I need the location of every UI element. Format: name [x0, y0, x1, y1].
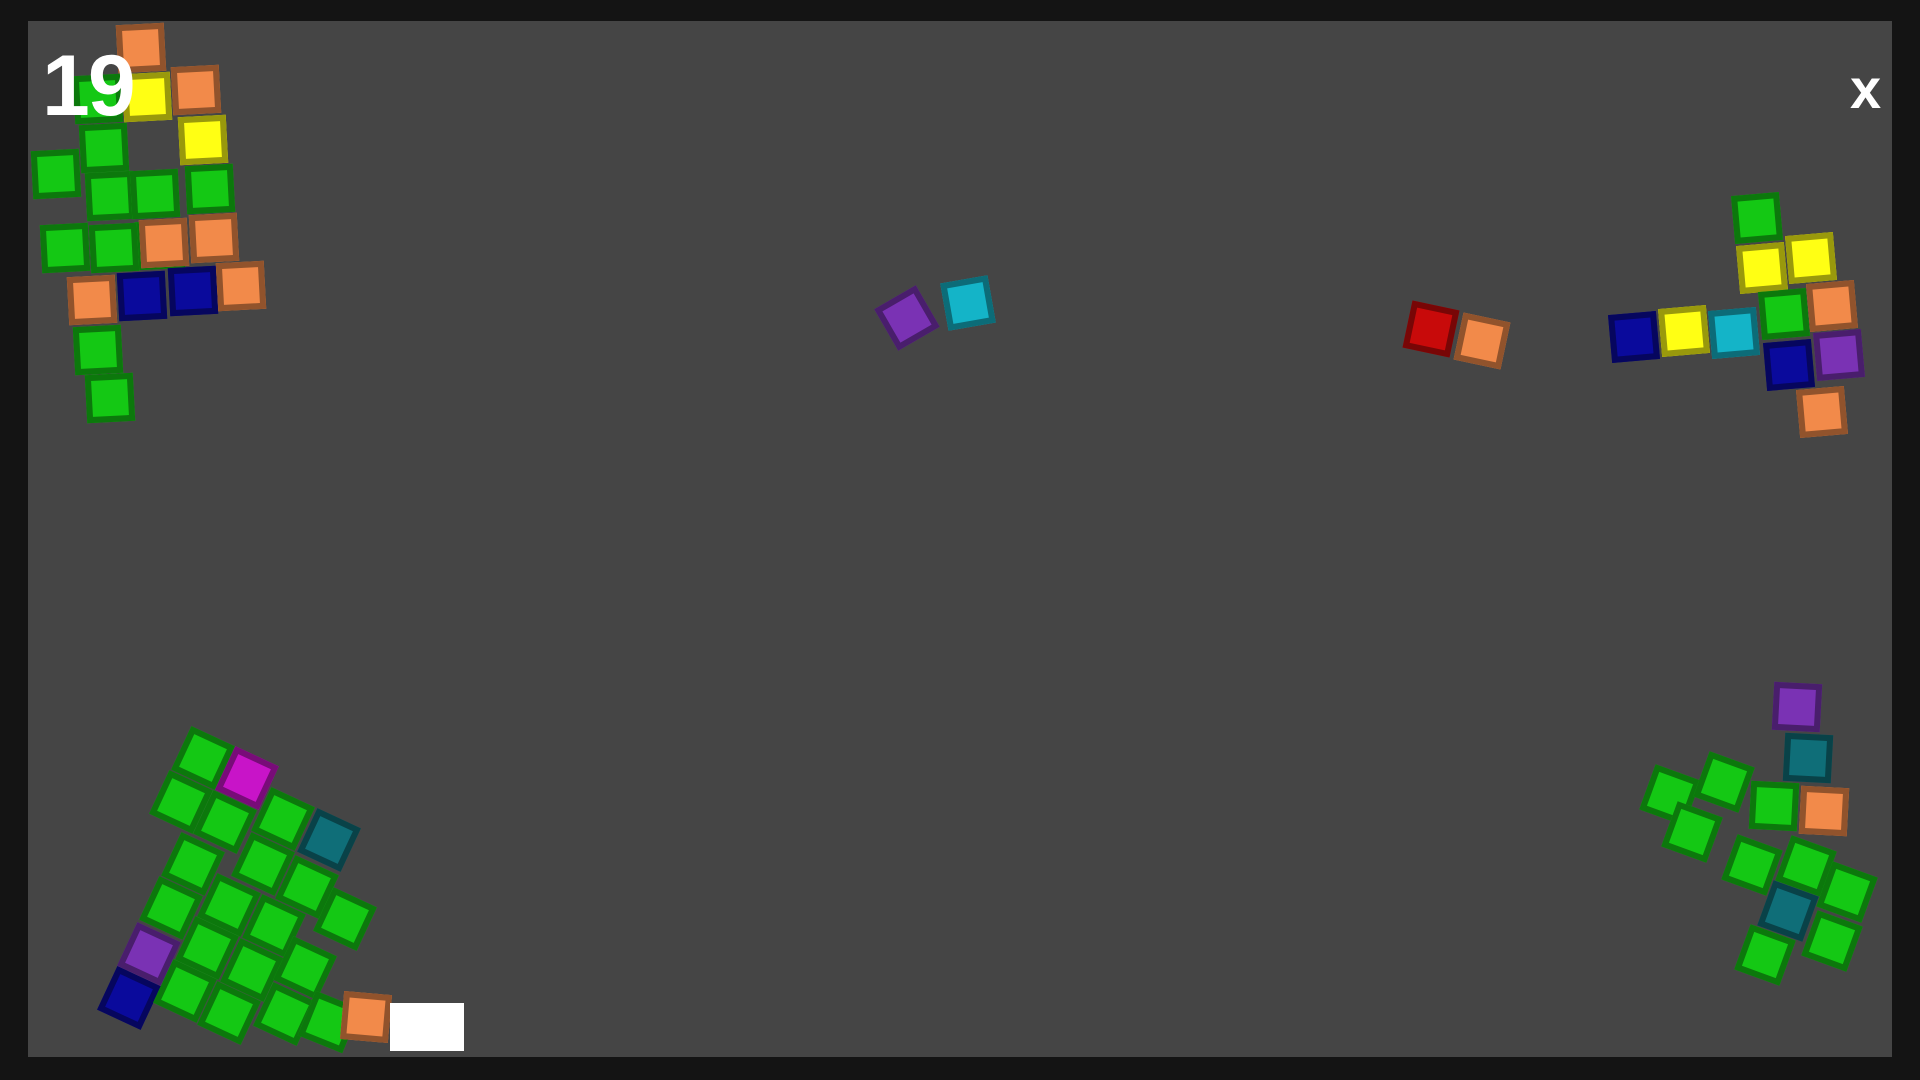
orange-block	[138, 217, 190, 269]
green-block	[84, 372, 136, 424]
green-block	[1748, 780, 1800, 832]
green-block	[1730, 191, 1784, 245]
green-block	[72, 324, 124, 376]
green-block	[88, 222, 140, 274]
orange-block	[188, 212, 240, 264]
blue-block	[1762, 338, 1816, 392]
blue-block	[167, 265, 219, 317]
green-block	[39, 222, 91, 274]
purple-block	[1812, 328, 1866, 382]
teal-block	[1782, 732, 1834, 784]
blue-block	[116, 270, 168, 322]
cyan-block	[940, 275, 996, 331]
orange-block	[215, 260, 267, 312]
purple-block	[874, 285, 940, 351]
cyan-block	[1707, 306, 1761, 360]
yellow-block	[1735, 241, 1789, 295]
orange-block	[1798, 785, 1850, 837]
blue-block	[1607, 310, 1661, 364]
score-counter: 19	[42, 38, 136, 134]
orange-block	[1795, 385, 1849, 439]
orange-block	[339, 990, 393, 1044]
yellow-block	[177, 114, 229, 166]
orange-block	[170, 64, 222, 116]
yellow-block	[1657, 304, 1711, 358]
purple-block	[1771, 681, 1823, 733]
orange-block	[1453, 312, 1511, 370]
green-block	[84, 170, 136, 222]
yellow-block	[1784, 231, 1838, 285]
green-block	[129, 168, 181, 220]
orange-block	[1805, 279, 1859, 333]
white-launcher-piece	[390, 1003, 464, 1051]
green-block	[184, 163, 236, 215]
green-block	[30, 148, 82, 200]
game-board[interactable]: 19 x	[28, 21, 1892, 1057]
red-block	[1402, 300, 1460, 358]
orange-block	[66, 274, 118, 326]
green-block	[1757, 287, 1811, 341]
close-button[interactable]: x	[1850, 61, 1881, 117]
green-block	[1693, 751, 1755, 813]
